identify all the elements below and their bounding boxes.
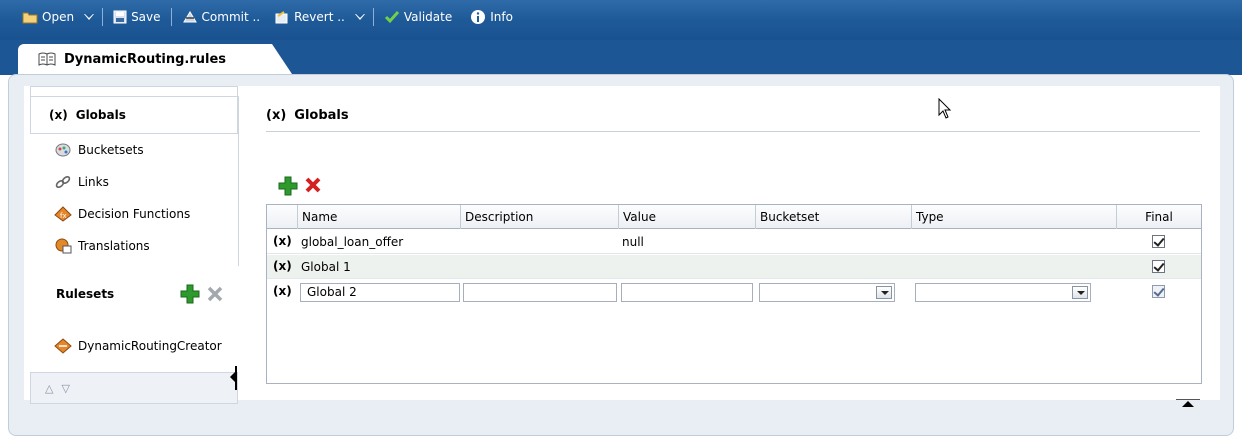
add-global-icon[interactable] — [278, 176, 298, 196]
table-header: Name Description Value Bucketset Type Fi… — [267, 205, 1201, 229]
toolbar-divider — [372, 8, 374, 26]
title-divider — [266, 131, 1200, 132]
page-title-label: Globals — [294, 108, 349, 123]
cell-name[interactable]: global_loan_offer — [297, 230, 403, 254]
toolbar-divider — [170, 8, 172, 26]
commit-button[interactable]: Commit .. — [178, 6, 265, 28]
nav-item-label: Bucketsets — [78, 143, 144, 157]
final-checkbox[interactable] — [1152, 260, 1165, 273]
navigator-scroll-controls: △ ▽ — [30, 372, 238, 404]
revert-icon — [275, 11, 288, 24]
nav-item-links[interactable]: Links — [54, 174, 109, 190]
scroll-down-icon[interactable]: ▽ — [61, 382, 69, 395]
column-header-value[interactable]: Value — [618, 205, 755, 229]
page-title: (x) Globals — [266, 108, 349, 123]
bucketset-select[interactable] — [759, 283, 895, 302]
revert-dropdown-icon[interactable] — [353, 10, 367, 24]
ruleset-icon — [54, 338, 72, 354]
table-row[interactable]: (x) global_loan_offer null — [267, 230, 1201, 254]
navigator-splitter-handle[interactable] — [230, 366, 239, 390]
value-input[interactable] — [621, 283, 753, 302]
global-marker: (x) — [273, 284, 292, 298]
mouse-cursor-icon — [938, 97, 952, 123]
validate-button[interactable]: Validate — [380, 6, 456, 28]
translations-icon — [55, 238, 72, 254]
nav-item-decision-functions[interactable]: fx Decision Functions — [54, 206, 190, 222]
cell-value[interactable]: null — [618, 230, 644, 254]
open-dropdown-icon[interactable] — [82, 10, 96, 24]
document-tab[interactable]: DynamicRouting.rules — [18, 44, 292, 74]
type-select[interactable] — [915, 283, 1091, 302]
delete-ruleset-icon[interactable] — [206, 285, 224, 303]
table-row-editing[interactable]: (x) Global 2 — [267, 280, 1201, 304]
table-row[interactable]: (x) Global 1 — [267, 255, 1201, 279]
column-header-description[interactable]: Description — [460, 205, 618, 229]
scroll-up-icon[interactable]: △ — [45, 382, 53, 395]
ruleset-item-dynamicroutingcreator[interactable]: DynamicRoutingCreator — [54, 338, 222, 354]
nav-item-globals[interactable]: (x) Globals — [30, 96, 238, 134]
nav-item-label: Translations — [78, 239, 150, 253]
revert-label: Revert .. — [294, 10, 345, 24]
bucketsets-icon — [55, 143, 71, 157]
column-header-type[interactable]: Type — [911, 205, 1116, 229]
column-header-final[interactable]: Final — [1116, 205, 1201, 229]
ruleset-label: DynamicRoutingCreator — [78, 339, 222, 353]
column-header-name[interactable]: Name — [297, 205, 461, 229]
nav-item-label: Links — [78, 175, 109, 189]
navigator-top-edge — [30, 86, 238, 96]
name-input[interactable]: Global 2 — [300, 283, 460, 302]
commit-icon — [182, 11, 197, 23]
commit-label: Commit .. — [201, 10, 261, 24]
chevron-down-icon[interactable] — [876, 286, 892, 299]
globals-marker: (x) — [266, 108, 287, 123]
grid-actions — [278, 176, 322, 196]
validate-label: Validate — [403, 10, 453, 24]
nav-item-label: Globals — [75, 108, 126, 122]
document-tab-title: DynamicRouting.rules — [64, 51, 227, 67]
nav-item-label: Decision Functions — [78, 207, 191, 221]
links-icon — [55, 175, 71, 189]
open-label: Open — [42, 10, 75, 24]
save-icon — [113, 10, 127, 24]
decision-functions-icon: fx — [54, 206, 72, 222]
rules-book-icon — [38, 52, 56, 66]
open-button[interactable]: Open — [18, 6, 78, 28]
nav-item-translations[interactable]: Translations — [54, 238, 150, 254]
checkmark-icon — [384, 11, 399, 24]
description-input[interactable] — [463, 283, 617, 302]
main-toolbar: Open Save Commit .. Revert .. Validate I… — [0, 0, 1242, 40]
revert-button[interactable]: Revert .. — [270, 6, 349, 28]
svg-text:fx: fx — [60, 212, 67, 220]
expand-up-icon[interactable] — [1176, 399, 1200, 409]
final-checkbox[interactable] — [1152, 235, 1165, 248]
add-ruleset-icon[interactable] — [180, 284, 200, 304]
nav-item-bucketsets[interactable]: Bucketsets — [54, 142, 144, 158]
final-checkbox[interactable] — [1152, 285, 1165, 298]
cell-name[interactable]: Global 1 — [297, 255, 351, 279]
save-label: Save — [131, 10, 161, 24]
global-marker: (x) — [273, 259, 292, 273]
rulesets-section-header: Rulesets — [30, 272, 238, 316]
save-button[interactable]: Save — [109, 6, 164, 28]
delete-global-icon[interactable] — [304, 176, 322, 194]
info-icon — [471, 10, 486, 24]
info-label: Info — [490, 10, 513, 24]
navigator-divider — [238, 96, 239, 266]
globals-marker: (x) — [49, 108, 68, 122]
chevron-down-icon[interactable] — [1072, 286, 1088, 299]
rules-navigator: (x) Globals Bucketsets Links fx Decision… — [30, 86, 240, 404]
folder-icon — [22, 12, 38, 24]
column-header-bucketset[interactable]: Bucketset — [755, 205, 911, 229]
info-button[interactable]: Info — [466, 6, 517, 28]
global-marker: (x) — [273, 234, 292, 248]
globals-table: Name Description Value Bucketset Type Fi… — [266, 204, 1202, 384]
toolbar-divider — [102, 8, 104, 26]
rulesets-label: Rulesets — [56, 287, 115, 301]
